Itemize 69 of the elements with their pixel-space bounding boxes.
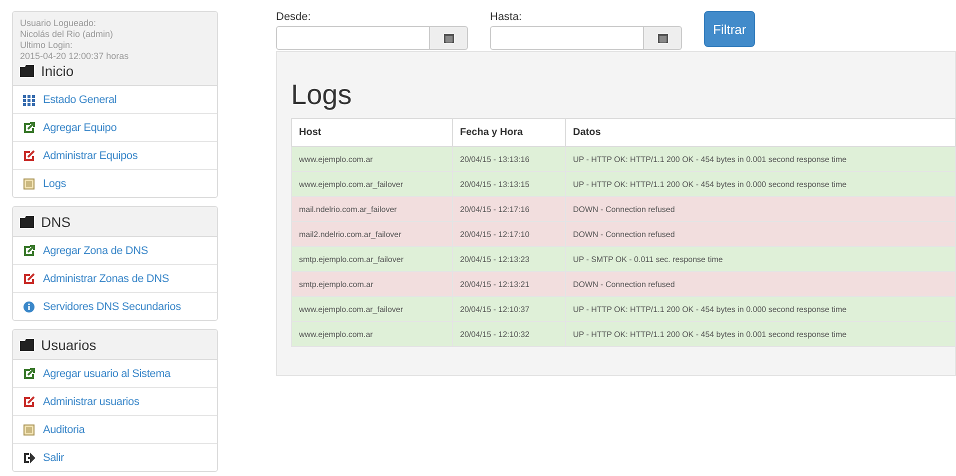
user-info-text: Usuario Logueado: <box>20 18 98 29</box>
table-cell: UP - HTTP OK: HTTP/1.1 200 OK - 454 bytes in 0.001 second response time <box>566 146 956 172</box>
table-cell: UP - HTTP OK: HTTP/1.1 200 OK - 454 bytes in 0.001 second response time <box>566 322 956 346</box>
calendar-icon <box>444 33 454 43</box>
column-header: Host <box>292 118 452 146</box>
calendar-button[interactable] <box>644 26 682 50</box>
edit-icon <box>23 150 35 162</box>
table-cell: UP - HTTP OK: HTTP/1.1 200 OK - 454 bytes in 0.000 second response time <box>566 172 956 196</box>
calendar-button[interactable] <box>430 26 468 50</box>
share-icon <box>23 244 35 256</box>
share-icon <box>23 122 35 134</box>
table-cell: smtp.ejemplo.com.ar_failover <box>292 246 452 272</box>
table-cell: www.ejemplo.com.ar <box>292 146 452 172</box>
info-icon <box>23 300 35 312</box>
column-header: Fecha y Hora <box>452 118 566 146</box>
list-icon <box>23 178 35 190</box>
table-cell: 20/04/15 - 13:13:15 <box>452 172 566 196</box>
table-cell: UP - SMTP OK - 0.011 sec. response time <box>566 246 956 272</box>
table-cell: 20/04/15 - 12:10:32 <box>452 322 566 346</box>
date-field[interactable] <box>276 26 430 50</box>
sidebar-item[interactable]: Administrar Zonas de DNS <box>13 264 217 292</box>
table-cell: 20/04/15 - 12:13:23 <box>452 246 566 272</box>
folder-icon <box>20 339 34 351</box>
table-cell: 20/04/15 - 12:17:10 <box>452 222 566 246</box>
folder-icon <box>20 216 34 228</box>
calendar-icon <box>658 33 668 43</box>
share-icon <box>23 368 35 380</box>
sidebar-item[interactable]: Auditoria <box>13 415 217 443</box>
table-cell: DOWN - Connection refused <box>566 222 956 246</box>
table-cell: mail.ndelrio.com.ar_failover <box>292 196 452 222</box>
table-cell: 20/04/15 - 12:13:21 <box>452 272 566 296</box>
field-label: Desde: <box>276 11 312 25</box>
folder-icon <box>20 65 34 77</box>
edit-icon <box>23 396 35 408</box>
user-info-text: Ultimo Login: <box>20 40 74 51</box>
table-cell: 20/04/15 - 13:13:16 <box>452 146 566 172</box>
user-info-text: 2015-04-20 12:00:37 horas <box>20 51 130 62</box>
logout-icon <box>23 452 35 464</box>
filter-button[interactable]: Filtrar <box>704 11 756 47</box>
section-title: Usuarios <box>41 337 96 353</box>
table-cell: DOWN - Connection refused <box>566 272 956 296</box>
field-label: Hasta: <box>490 11 523 25</box>
sidebar-item[interactable]: Estado General <box>13 86 217 113</box>
table-cell: DOWN - Connection refused <box>566 196 956 222</box>
table-cell: www.ejemplo.com.ar <box>292 322 452 346</box>
list-icon <box>23 424 35 436</box>
table-cell: 20/04/15 - 12:10:37 <box>452 296 566 322</box>
section-title: DNS <box>41 214 71 230</box>
section-title: Inicio <box>41 63 74 79</box>
table-cell: UP - HTTP OK: HTTP/1.1 200 OK - 454 bytes in 0.000 second response time <box>566 296 956 322</box>
table-cell: smtp.ejemplo.com.ar <box>292 272 452 296</box>
table-cell: www.ejemplo.com.ar_failover <box>292 172 452 196</box>
page-heading: Logs <box>291 79 353 111</box>
column-header: Datos <box>566 118 956 146</box>
sidebar-item[interactable]: Servidores DNS Secundarios <box>13 292 217 320</box>
sidebar-item[interactable]: Logs <box>13 169 217 197</box>
date-field[interactable] <box>490 26 644 50</box>
edit-icon <box>23 272 35 284</box>
sidebar-item[interactable]: Agregar usuario al Sistema <box>13 360 217 387</box>
table-cell: mail2.ndelrio.com.ar_failover <box>292 222 452 246</box>
table-cell: 20/04/15 - 12:17:16 <box>452 196 566 222</box>
grid-icon <box>23 94 35 106</box>
sidebar-item[interactable]: Agregar Zona de DNS <box>13 237 217 264</box>
sidebar-item[interactable]: Agregar Equipo <box>13 113 217 141</box>
user-info-text: Nicolás del Rio (admin) <box>20 29 114 40</box>
sidebar-item[interactable]: Salir <box>13 443 217 471</box>
sidebar-item[interactable]: Administrar usuarios <box>13 387 217 415</box>
sidebar-item[interactable]: Administrar Equipos <box>13 141 217 169</box>
table-cell: www.ejemplo.com.ar_failover <box>292 296 452 322</box>
